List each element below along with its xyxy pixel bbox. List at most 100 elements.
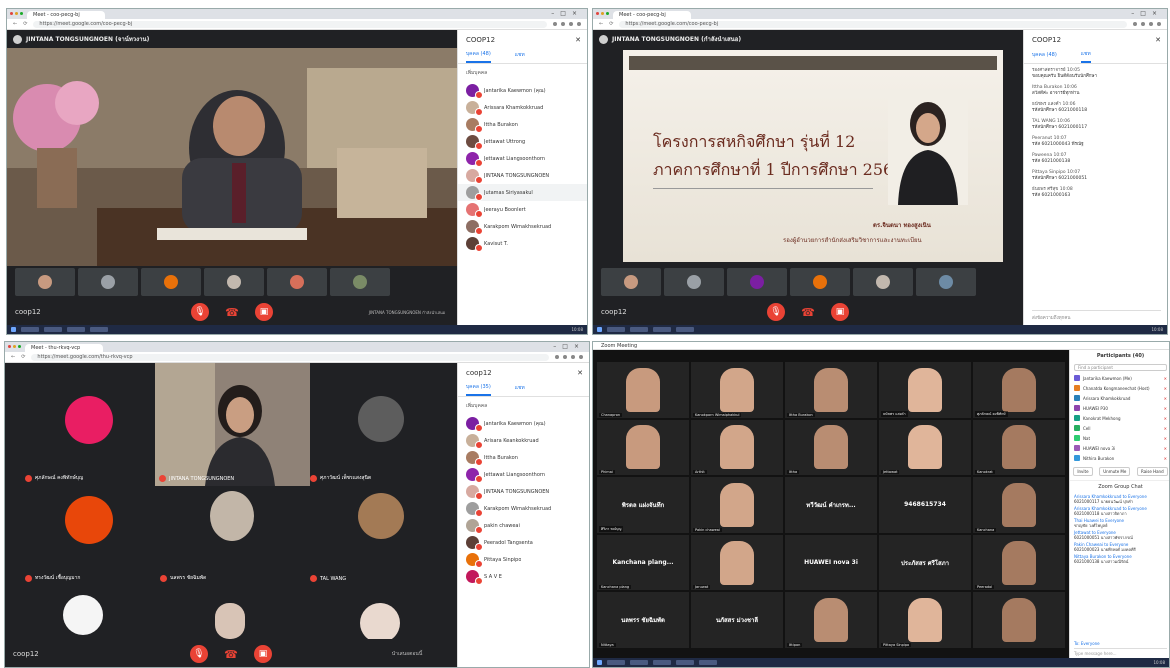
thumbnail[interactable] [664, 268, 724, 296]
video-tile[interactable]: Peeradol [973, 534, 1065, 591]
thumbnail[interactable] [141, 268, 201, 296]
list-item[interactable]: Jettawat Liangsoonthorn [458, 466, 589, 483]
list-item[interactable]: Pittaya Sinpipo [458, 551, 589, 568]
video-tile[interactable]: Jaruwat [691, 534, 783, 591]
video-tile[interactable]: ทวีวัฒน์ คำเกรท... [785, 477, 877, 533]
camera-off-button[interactable]: ▣ [831, 303, 849, 321]
url-field[interactable]: https://meet.google.com/coo-pecg-bj [33, 20, 547, 28]
list-item[interactable]: JINTANA TONGSUNGNOEN [458, 167, 587, 184]
camera-off-button[interactable]: ▣ [254, 645, 272, 663]
list-item[interactable]: JINTANA TONGSUNGNOEN [458, 483, 589, 500]
thumbnail[interactable] [204, 268, 264, 296]
video-tile[interactable]: TAL WANG [310, 491, 450, 586]
present-now-button[interactable]: นำเสนอตอนนี้ [367, 650, 447, 658]
meeting-code[interactable]: coop12 [13, 650, 39, 658]
video-tile[interactable]: JINTANA TONGSUNGNOEN [155, 363, 310, 486]
reload-icon[interactable]: ⟳ [21, 354, 25, 360]
video-tile[interactable]: ศุภาวัฒน์ เพ็ชรแสงสุนิต [310, 381, 450, 486]
mic-off-button[interactable]: 🎙 [191, 303, 209, 321]
list-item[interactable]: pakin chaweai [458, 517, 589, 534]
list-item[interactable]: Peeradol Tangsenta [458, 534, 589, 551]
start-icon[interactable] [597, 327, 602, 332]
thumbnail[interactable] [916, 268, 976, 296]
thumbnail[interactable] [267, 268, 327, 296]
thumbnail[interactable] [727, 268, 787, 296]
video-tile[interactable]: นลพรร ชัยฉิมพัด [160, 491, 305, 586]
list-item[interactable]: HUAWEI nova 3i ✕ [1070, 443, 1169, 453]
url-field[interactable]: https://meet.google.com/coo-pecg-bj [619, 20, 1127, 28]
list-item[interactable]: Nithira Burakon ✕ [1070, 453, 1169, 463]
back-icon[interactable]: ← [599, 21, 603, 27]
video-tile[interactable]: Jettawat [879, 419, 971, 476]
list-item[interactable]: Jantarika Kaewmon (Me) ✕ [1070, 373, 1169, 383]
unmute-me-button[interactable]: Unmute Me [1099, 467, 1131, 476]
video-tile[interactable]: HUAWEI nova 3i [785, 534, 877, 591]
video-tile[interactable]: Phimai [597, 419, 689, 476]
meeting-code[interactable]: coop12 [15, 308, 41, 316]
video-tile[interactable]: Arthit [691, 419, 783, 476]
list-item[interactable]: Ittha Burakon [458, 116, 587, 133]
video-tile[interactable]: Kanchana [973, 477, 1065, 533]
list-item[interactable]: Karakpom Wimakhsekruad [458, 218, 587, 235]
video-tile[interactable]: Ittha [785, 419, 877, 476]
video-tile[interactable]: ศุภลักษณ์ คงพิทักษ์บุญ [25, 381, 155, 486]
start-icon[interactable] [11, 327, 16, 332]
list-item[interactable]: Jantarika Kaewmon (คุณ) [458, 82, 587, 99]
video-tile[interactable]: Pittaya Sinpipo [879, 592, 971, 648]
tab-chat[interactable]: แชท [515, 384, 525, 395]
thumbnail[interactable] [78, 268, 138, 296]
list-item[interactable]: Jeerayu Boonlert [458, 201, 587, 218]
thumbnail[interactable] [330, 268, 390, 296]
list-item[interactable]: Arissara Khamkokkruad [458, 99, 587, 116]
thumbnail[interactable] [601, 268, 661, 296]
browser-tab[interactable]: Meet - coo-pecg-bj [613, 11, 691, 19]
list-item[interactable]: Ittha Burakon [458, 449, 589, 466]
thumbnail[interactable] [15, 268, 75, 296]
chat-input[interactable]: ส่งข้อความถึงทุกคน [1032, 310, 1161, 321]
participant-search-input[interactable]: Find a participant [1074, 364, 1167, 371]
camera-off-button[interactable]: ▣ [255, 303, 273, 321]
list-item[interactable]: Arissara Khamkokkruad ✕ [1070, 393, 1169, 403]
window-buttons[interactable]: –□× [553, 343, 585, 350]
chat-input[interactable]: Type message here... [1074, 648, 1167, 656]
list-item[interactable]: Cell ✕ [1070, 423, 1169, 433]
video-tile[interactable]: 9468615734 [879, 477, 971, 533]
list-item[interactable]: Chanatda Kongmaneechat (Host) ✕ [1070, 383, 1169, 393]
tab-chat[interactable]: แชท [515, 51, 525, 62]
video-tile[interactable]: Ittipon [785, 592, 877, 648]
list-item[interactable]: Karakpom Wimakhsekruad [458, 500, 589, 517]
list-item[interactable]: Jutamas Siriyasakul [458, 184, 587, 201]
list-item[interactable]: Kavisut T. [458, 235, 587, 252]
list-item[interactable]: Nat ✕ [1070, 433, 1169, 443]
video-tile[interactable]: นลพรร ชัยฉิมพัด Nittaya [597, 592, 689, 648]
reload-icon[interactable]: ⟳ [23, 21, 27, 27]
back-icon[interactable]: ← [11, 354, 15, 360]
video-tile[interactable]: ศุภลักษณ์ คงพิทักษ์ [973, 362, 1065, 418]
hang-up-button[interactable]: ☎ [223, 303, 241, 321]
extensions[interactable] [553, 22, 581, 26]
close-icon[interactable]: ✕ [1155, 36, 1161, 44]
window-controls[interactable] [596, 12, 609, 15]
video-tile[interactable]: นภัสสร ม่วงชาลี [691, 592, 783, 648]
thumbnail[interactable] [790, 268, 850, 296]
thumbnail[interactable] [853, 268, 913, 296]
list-item[interactable]: HUAWEI P30 ✕ [1070, 403, 1169, 413]
list-item[interactable]: S A V E [458, 568, 589, 585]
list-item[interactable]: Jettawat Uttrong [458, 133, 587, 150]
browser-tab[interactable]: Meet - thu-rkvq-vcp [25, 344, 103, 352]
hang-up-button[interactable]: ☎ [799, 303, 817, 321]
tab-people[interactable]: บุคคล (48) [1032, 51, 1057, 62]
close-icon[interactable]: ✕ [575, 36, 581, 44]
tab-chat[interactable]: แชท [1080, 50, 1091, 63]
reload-icon[interactable]: ⟳ [609, 21, 613, 27]
tab-people[interactable]: บุคคล (35) [466, 383, 491, 396]
add-people-button[interactable]: เพิ่มบุคคล [458, 397, 589, 415]
video-tile[interactable]: Ittha Burakon [785, 362, 877, 418]
window-controls[interactable] [8, 345, 21, 348]
mic-off-button[interactable]: 🎙 [767, 303, 785, 321]
list-item[interactable]: Jettawat Liangsoonthorn [458, 150, 587, 167]
extensions[interactable] [1133, 22, 1161, 26]
invite-button[interactable]: Invite [1073, 467, 1093, 476]
raise-hand-button[interactable]: Raise Hand [1137, 467, 1168, 476]
window-buttons[interactable]: –□× [551, 10, 583, 17]
